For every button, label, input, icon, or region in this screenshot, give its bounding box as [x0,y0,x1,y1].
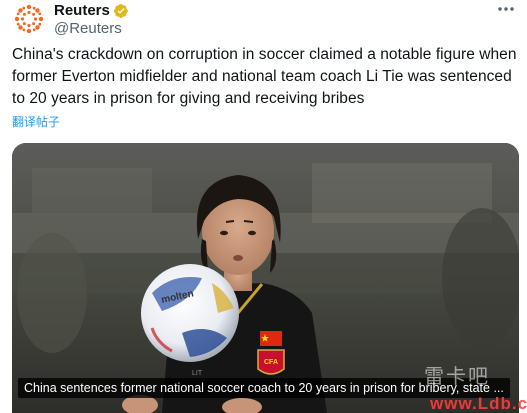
verified-badge-icon [113,4,128,18]
author-name-row: Reuters [54,2,129,20]
author-handle[interactable]: @Reuters [54,20,122,38]
reuters-logo-icon [14,4,44,34]
jersey-badge-text: CFA [264,359,278,366]
author-name[interactable]: Reuters [54,2,110,20]
tweet-body-text: China's crackdown on corruption in socce… [12,46,517,107]
jersey-name-text: LIT [192,370,203,377]
translate-post-link[interactable]: 翻译帖子 [12,115,60,129]
reuters-avatar[interactable] [12,2,46,36]
more-options-icon[interactable] [497,6,515,12]
watermark-chinese: 雷卡吧 [424,364,490,388]
tweet-header: Reuters @Reuters [12,2,515,42]
watermark-url: www.Ldb.cc [430,394,527,413]
